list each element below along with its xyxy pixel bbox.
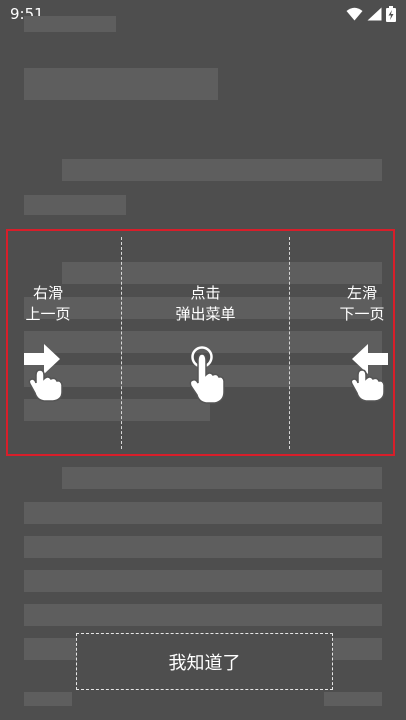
swipe-right-hand-icon xyxy=(24,344,63,402)
skeleton-line xyxy=(24,570,382,592)
right-zone-action: 左滑 xyxy=(346,284,377,302)
center-zone-action: 点击 xyxy=(190,284,221,302)
center-zone-description: 弹出菜单 xyxy=(175,305,236,323)
skeleton-line xyxy=(24,604,382,626)
left-zone-label: 右滑 上一页 xyxy=(8,283,88,325)
signal-icon xyxy=(367,7,382,21)
center-zone-label: 点击 弹出菜单 xyxy=(148,283,263,325)
skeleton-line xyxy=(24,536,382,558)
battery-charging-icon xyxy=(386,6,396,22)
skeleton-line xyxy=(62,159,382,181)
skeleton-line xyxy=(24,502,382,524)
skeleton-line xyxy=(24,195,126,215)
right-zone-label: 左滑 下一页 xyxy=(328,283,396,325)
skeleton-line xyxy=(324,692,382,706)
skeleton-line xyxy=(333,638,382,660)
zone-divider-left xyxy=(121,237,122,449)
right-zone-description: 下一页 xyxy=(339,305,385,323)
left-zone-action: 右滑 xyxy=(32,284,63,302)
skeleton-line xyxy=(62,467,382,489)
skeleton-line xyxy=(24,68,218,100)
skeleton-line xyxy=(24,692,72,706)
skeleton-line xyxy=(24,16,116,32)
swipe-left-hand-icon xyxy=(350,344,388,402)
skeleton-line xyxy=(24,638,76,660)
got-it-button[interactable]: 我知道了 xyxy=(76,633,333,690)
tap-hand-icon xyxy=(189,346,225,404)
wifi-icon xyxy=(346,7,363,21)
left-zone-description: 上一页 xyxy=(25,305,71,323)
zone-divider-right xyxy=(289,237,290,449)
status-icons xyxy=(346,6,396,22)
gesture-guide-box: 右滑 上一页 点击 弹出菜单 左滑 下一页 xyxy=(6,229,395,456)
